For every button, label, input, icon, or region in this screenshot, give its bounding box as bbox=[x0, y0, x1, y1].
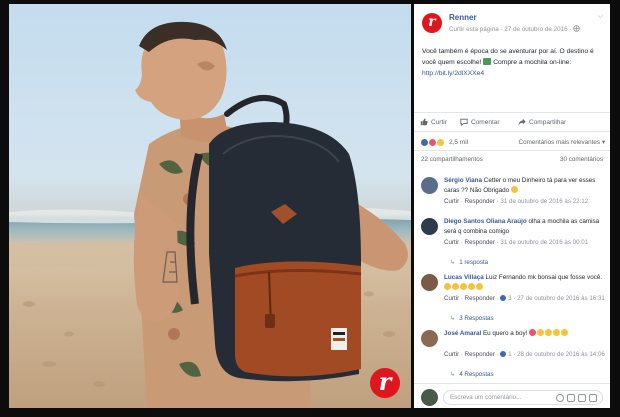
post-side-panel: r Renner Curtir esta página · 27 de outu… bbox=[414, 4, 610, 408]
map-emoji-icon bbox=[483, 58, 492, 65]
comment-time[interactable]: 27 de outubro de 2016 às 16:31 bbox=[517, 295, 605, 302]
emoji-icon bbox=[537, 329, 545, 336]
emoji-icon bbox=[553, 329, 561, 336]
replies-count: 4 Respostas bbox=[459, 371, 494, 378]
view-replies-link[interactable]: ↳ 1 resposta bbox=[450, 259, 488, 266]
post-options-chevron-icon[interactable]: ⌵ bbox=[598, 13, 603, 21]
shares-count[interactable]: 22 compartilhamentos bbox=[421, 156, 483, 163]
camera-icon[interactable] bbox=[567, 394, 575, 402]
post-meta-text: Curtir esta página · 27 de outubro de 20… bbox=[449, 26, 572, 33]
comment-body: José Amaral Eu quero a boy! bbox=[444, 329, 604, 339]
emoji-icon bbox=[545, 329, 553, 336]
page-name-link[interactable]: Renner bbox=[449, 13, 477, 22]
view-replies-link[interactable]: ↳ 3 Respostas bbox=[450, 315, 494, 322]
comment-footer: Curtir · Responder · 31 de outubro de 20… bbox=[444, 198, 589, 205]
comment-time[interactable]: 28 de outubro de 2016 às 14:06 bbox=[517, 351, 605, 358]
comment-body: Sérgio Viana Cetter o meu Dinheiro tá pa… bbox=[444, 176, 604, 196]
comment-icon bbox=[460, 118, 468, 126]
reaction-count[interactable]: 2,5 mil bbox=[449, 139, 468, 146]
renner-logo-watermark: r bbox=[370, 368, 400, 398]
globe-icon bbox=[573, 25, 581, 32]
sticker-icon[interactable] bbox=[589, 394, 597, 402]
backpack-photo-illustration bbox=[9, 21, 411, 408]
post-caption: Você também é época do se aventurar por … bbox=[422, 46, 604, 79]
comment-input-box[interactable] bbox=[443, 390, 603, 405]
comment-footer: Curtir · Responder · 31 de outubro de 20… bbox=[444, 239, 589, 246]
post-meta: Curtir esta página · 27 de outubro de 20… bbox=[449, 25, 581, 33]
post-photo[interactable]: r bbox=[9, 4, 411, 408]
avatar[interactable] bbox=[421, 218, 438, 235]
comment-like-link[interactable]: Curtir bbox=[444, 351, 459, 358]
emoji-picker-icon[interactable] bbox=[556, 394, 564, 402]
gif-icon[interactable] bbox=[578, 394, 586, 402]
like-label: Curtir bbox=[431, 119, 447, 126]
comment-body: Lucas Villaça Luiz Fernando mk bonsai qu… bbox=[444, 273, 604, 293]
comment-input[interactable] bbox=[450, 394, 550, 401]
comment-label: Comentar bbox=[471, 119, 500, 126]
avatar[interactable] bbox=[421, 177, 438, 194]
comment-author[interactable]: Diego Santos Oliana Araújo bbox=[444, 218, 527, 225]
comment-composer bbox=[414, 383, 610, 408]
comment-reply-link[interactable]: Responder bbox=[465, 239, 495, 246]
comment-author[interactable]: Lucas Villaça bbox=[444, 274, 484, 281]
comment-reply-link[interactable]: Responder bbox=[465, 295, 495, 302]
share-arrow-icon bbox=[518, 118, 526, 126]
emoji-icon bbox=[444, 283, 451, 290]
comment-text: Luiz Fernando mk bonsai que fosse você. bbox=[485, 274, 603, 281]
comment-reply-link[interactable]: Responder bbox=[465, 198, 495, 205]
thumbs-up-icon bbox=[420, 118, 428, 126]
replies-count: 1 resposta bbox=[459, 259, 489, 266]
like-reaction-icon bbox=[500, 295, 507, 301]
replies-count: 3 Respostas bbox=[459, 315, 494, 322]
comment-footer: Curtir · Responder · 1 · 28 de outubro d… bbox=[444, 351, 605, 358]
comment-like-link[interactable]: Curtir bbox=[444, 198, 459, 205]
reply-arrow-icon: ↳ bbox=[450, 315, 456, 322]
caption-text-cont: Compre a mochila on-line: bbox=[493, 59, 572, 66]
comment-time[interactable]: 31 de outubro de 2016 às 22:12 bbox=[500, 198, 588, 205]
emoji-icon bbox=[561, 329, 569, 336]
avatar[interactable] bbox=[421, 330, 438, 347]
comment-footer: Curtir · Responder · 3 · 27 de outubro d… bbox=[444, 295, 605, 302]
emoji-icon bbox=[476, 283, 483, 290]
share-count-row: 22 compartilhamentos 30 comentários bbox=[414, 154, 610, 168]
comment-time[interactable]: 31 de outubro de 2016 às 00:01 bbox=[500, 239, 588, 246]
comment-text: Eu quero a boy! bbox=[482, 330, 528, 337]
reply-arrow-icon: ↳ bbox=[450, 371, 456, 378]
caption-link[interactable]: http://bit.ly/2dlXXXe4 bbox=[422, 70, 484, 77]
smile-emoji-icon bbox=[510, 186, 518, 193]
post-header: r Renner Curtir esta página · 27 de outu… bbox=[414, 4, 610, 36]
avatar bbox=[421, 389, 438, 406]
emoji-icon bbox=[460, 283, 467, 290]
avatar[interactable] bbox=[421, 274, 438, 291]
comment-like-link[interactable]: Curtir bbox=[444, 239, 459, 246]
view-replies-link[interactable]: ↳ 4 Respostas bbox=[450, 371, 494, 378]
post-actions-bar: Curtir Comentar Compartilhar bbox=[414, 112, 610, 132]
comment-button[interactable]: Comentar bbox=[460, 118, 500, 126]
chevron-down-icon: ▾ bbox=[601, 139, 605, 146]
comments-count[interactable]: 30 comentários bbox=[560, 156, 603, 163]
photo-viewer: r r Renner Curtir esta página · 27 de ou… bbox=[0, 0, 620, 417]
comment-sort-dropdown[interactable]: Comentários mais relevantes ▾ bbox=[519, 139, 605, 146]
emoji-icon bbox=[452, 283, 459, 290]
comment-reaction-count[interactable]: 1 bbox=[508, 351, 511, 358]
comment-author[interactable]: Sérgio Viana bbox=[444, 177, 482, 184]
reactions-row: 2,5 mil Comentários mais relevantes ▾ bbox=[414, 133, 610, 151]
comment-author[interactable]: José Amaral bbox=[444, 330, 481, 337]
sort-label: Comentários mais relevantes bbox=[518, 139, 601, 146]
wow-reaction-icon[interactable] bbox=[436, 138, 445, 147]
emoji-icon bbox=[468, 283, 475, 290]
comment-reaction-count[interactable]: 3 bbox=[508, 295, 511, 302]
comment-reply-link[interactable]: Responder bbox=[465, 351, 495, 358]
share-button[interactable]: Compartilhar bbox=[518, 118, 566, 126]
comment-body: Diego Santos Oliana Araújo olha a mochil… bbox=[444, 217, 604, 237]
heart-eyes-emoji-icon bbox=[529, 329, 537, 336]
page-avatar[interactable]: r bbox=[422, 13, 442, 33]
share-label: Compartilhar bbox=[529, 119, 567, 126]
like-button[interactable]: Curtir bbox=[420, 118, 447, 126]
like-reaction-icon bbox=[500, 351, 507, 357]
reply-arrow-icon: ↳ bbox=[450, 259, 456, 266]
comment-like-link[interactable]: Curtir bbox=[444, 295, 459, 302]
